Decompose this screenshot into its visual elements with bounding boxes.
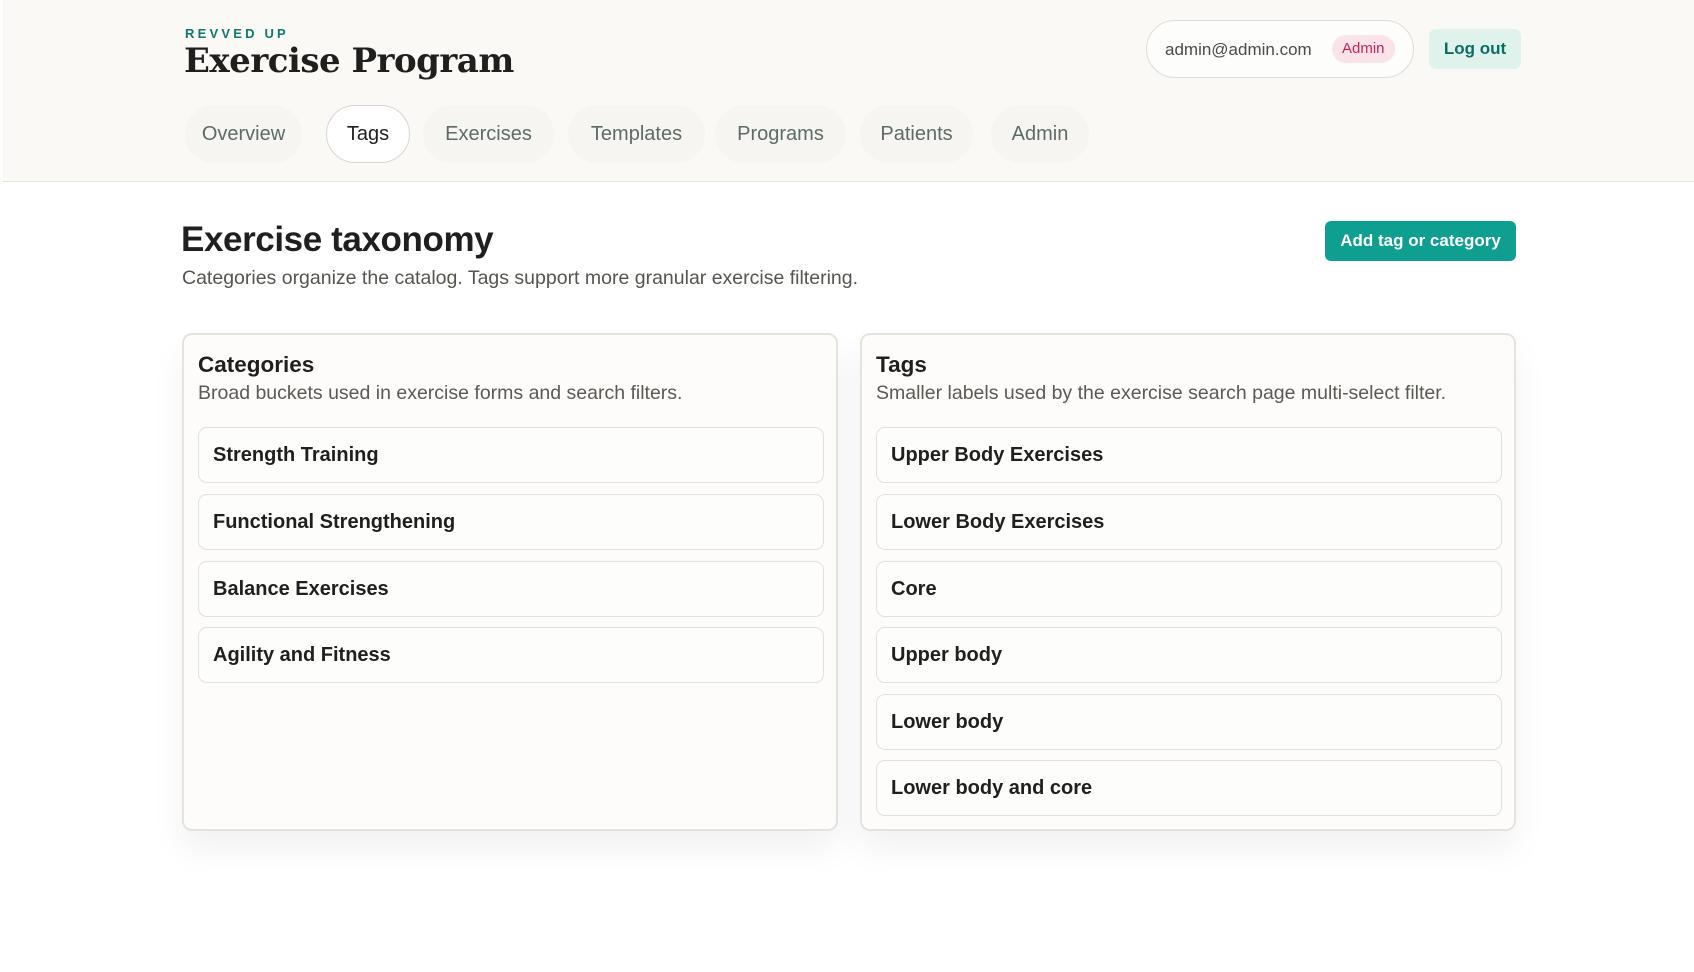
tab-templates[interactable]: Templates bbox=[568, 105, 705, 163]
tags-panel: Tags Smaller labels used by the exercise… bbox=[860, 333, 1516, 831]
tags-subtitle: Smaller labels used by the exercise sear… bbox=[876, 382, 1447, 404]
category-item[interactable]: Strength Training bbox=[198, 427, 824, 483]
app-title[interactable]: Exercise Program bbox=[184, 41, 514, 81]
role-badge: Admin bbox=[1332, 35, 1395, 63]
page-title: Exercise taxonomy bbox=[181, 220, 494, 259]
category-item[interactable]: Agility and Fitness bbox=[198, 627, 824, 683]
tag-item[interactable]: Upper Body Exercises bbox=[876, 427, 1502, 483]
tab-admin[interactable]: Admin bbox=[991, 105, 1089, 163]
tag-item[interactable]: Core bbox=[876, 561, 1502, 617]
tab-patients[interactable]: Patients bbox=[860, 105, 973, 163]
tab-tags[interactable]: Tags bbox=[326, 105, 410, 163]
categories-title: Categories bbox=[198, 352, 315, 377]
tab-overview[interactable]: Overview bbox=[185, 105, 302, 163]
categories-panel: Categories Broad buckets used in exercis… bbox=[182, 333, 838, 831]
tags-title: Tags bbox=[876, 352, 927, 377]
tag-item[interactable]: Upper body bbox=[876, 627, 1502, 683]
tag-item[interactable]: Lower Body Exercises bbox=[876, 494, 1502, 550]
logout-button[interactable]: Log out bbox=[1429, 29, 1521, 69]
categories-subtitle: Broad buckets used in exercise forms and… bbox=[198, 382, 683, 404]
category-item[interactable]: Functional Strengthening bbox=[198, 494, 824, 550]
tab-exercises[interactable]: Exercises bbox=[423, 105, 554, 163]
tag-item[interactable]: Lower body bbox=[876, 694, 1502, 750]
page-subtitle: Categories organize the catalog. Tags su… bbox=[182, 267, 859, 289]
category-item[interactable]: Balance Exercises bbox=[198, 561, 824, 617]
add-tag-or-category-button[interactable]: Add tag or category bbox=[1325, 221, 1516, 261]
brand-kicker: REVVED UP bbox=[185, 26, 289, 41]
user-pill: admin@admin.com Admin bbox=[1146, 20, 1414, 78]
top-header: REVVED UP Exercise Program admin@admin.c… bbox=[3, 0, 1694, 182]
tab-programs[interactable]: Programs bbox=[715, 105, 846, 163]
tag-item[interactable]: Lower body and core bbox=[876, 760, 1502, 816]
user-email: admin@admin.com bbox=[1165, 40, 1312, 59]
